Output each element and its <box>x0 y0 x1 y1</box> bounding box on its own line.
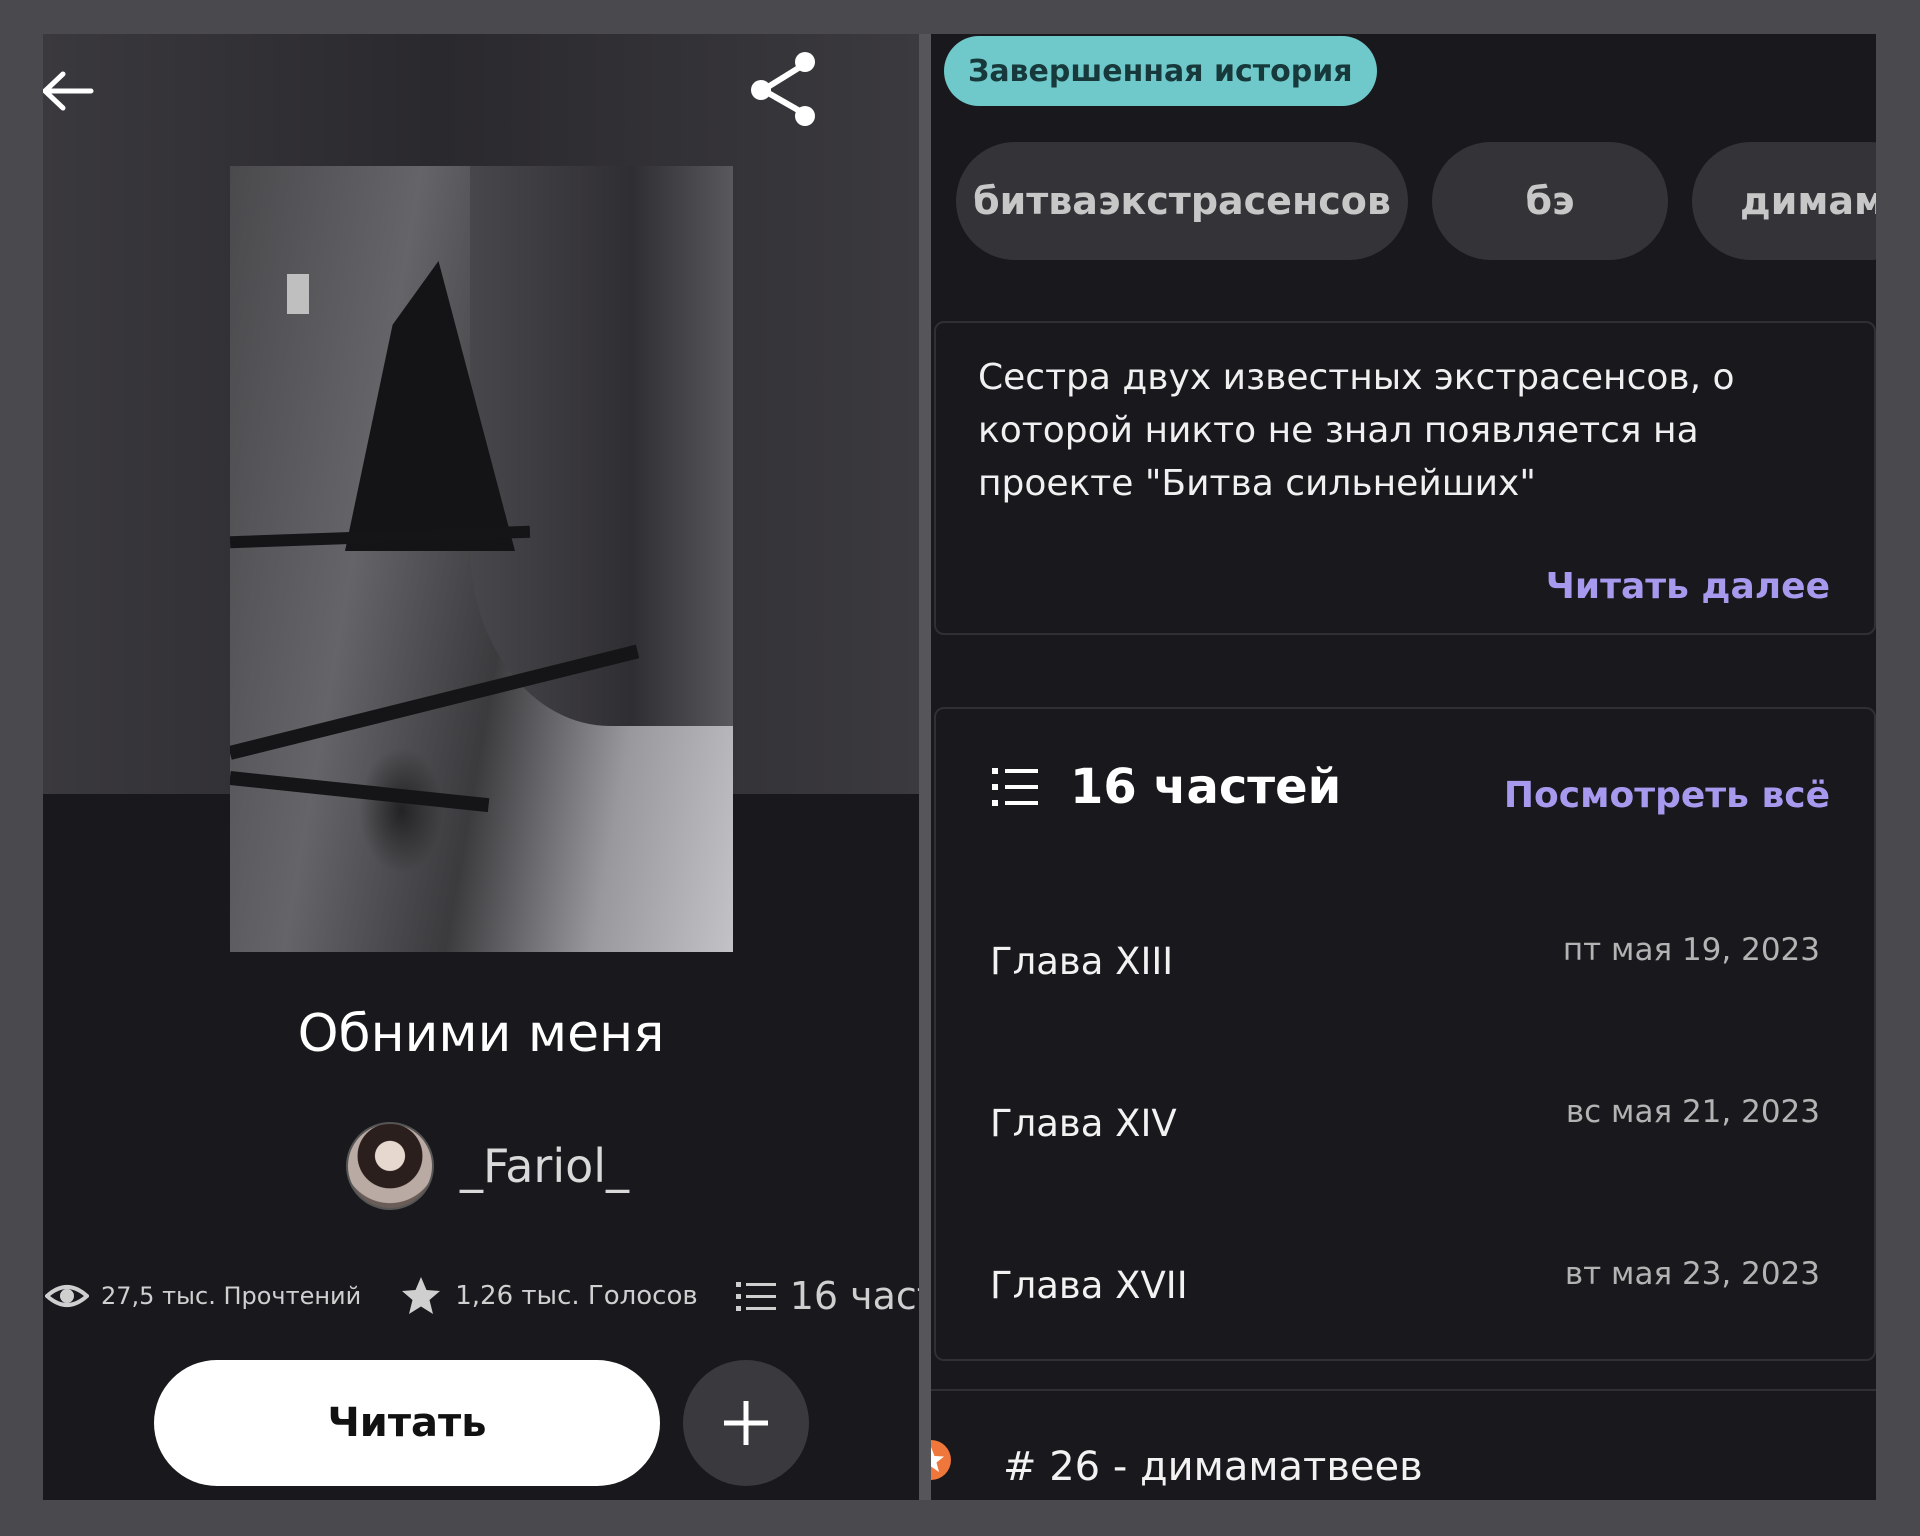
story-title: Обними меня <box>297 1004 665 1064</box>
back-arrow-icon[interactable] <box>43 66 97 116</box>
description-card: Сестра двух известных экстрасенсов, о ко… <box>934 321 1876 635</box>
completed-status-badge: Завершенная история <box>944 36 1377 106</box>
story-stats: 27,5 тыс. Прочтений 1,26 тыс. Голосов 16… <box>45 1266 919 1326</box>
story-cover-image <box>230 166 733 952</box>
story-description: Сестра двух известных экстрасенсов, о ко… <box>978 357 1735 504</box>
section-divider <box>931 1389 1876 1391</box>
panel-divider <box>919 34 931 1500</box>
chapter-title: Глава XIII <box>990 940 1174 983</box>
chapter-title: Глава XVII <box>990 1264 1188 1307</box>
star-icon <box>402 1277 441 1314</box>
parts-header: 16 частей <box>990 759 1341 815</box>
tag-chip[interactable]: битваэкстрасенсов <box>956 142 1408 260</box>
table-of-contents-card: 16 частей Посмотреть всё Глава XIII пт м… <box>934 707 1876 1361</box>
eye-icon <box>45 1285 89 1307</box>
chapter-date: вт мая 23, 2023 <box>1564 1256 1820 1292</box>
reads-stat: 27,5 тыс. Прочтений <box>45 1274 361 1318</box>
parts-count-label: 16 частей <box>1070 759 1342 815</box>
tag-chip[interactable]: димама <box>1692 142 1876 260</box>
ranking-badge-icon <box>931 1440 951 1480</box>
author-link[interactable]: _Fariol_ <box>346 1122 629 1210</box>
story-cover-panel: Обними меня _Fariol_ 27,5 тыс. Прочтений… <box>43 34 919 1500</box>
chapter-date: пт мая 19, 2023 <box>1562 932 1820 968</box>
add-to-library-button[interactable] <box>683 1360 809 1486</box>
chapter-title: Глава XIV <box>990 1102 1177 1145</box>
read-more-link[interactable]: Читать далее <box>1546 566 1830 607</box>
list-icon <box>735 1282 776 1311</box>
chapter-row[interactable]: Глава XVII вт мая 23, 2023 <box>990 1256 1820 1316</box>
tag-list: битваэкстрасенсов бэ димама <box>956 142 1876 260</box>
chapter-row[interactable]: Глава XIV вс мая 21, 2023 <box>990 1094 1820 1154</box>
parts-stat: 16 частей <box>734 1274 919 1318</box>
share-icon[interactable] <box>743 48 823 128</box>
story-details-panel: Завершенная история битваэкстрасенсов бэ… <box>931 34 1876 1500</box>
chapter-row[interactable]: Глава XIII пт мая 19, 2023 <box>990 932 1820 992</box>
parts-count: 16 частей <box>789 1274 919 1318</box>
reads-count: 27,5 тыс. Прочтений <box>101 1282 362 1310</box>
author-avatar[interactable] <box>346 1122 434 1210</box>
tag-chip[interactable]: бэ <box>1432 142 1668 260</box>
author-name[interactable]: _Fariol_ <box>460 1139 629 1193</box>
chapter-date: вс мая 21, 2023 <box>1565 1094 1820 1130</box>
see-all-link[interactable]: Посмотреть всё <box>1504 775 1830 816</box>
read-button[interactable]: Читать <box>154 1360 660 1486</box>
votes-stat: 1,26 тыс. Голосов <box>399 1274 698 1318</box>
plus-icon <box>724 1401 768 1445</box>
list-icon <box>992 768 1038 806</box>
votes-count: 1,26 тыс. Голосов <box>455 1281 698 1311</box>
ranking-text[interactable]: # 26 - димаматвеев <box>1003 1444 1423 1490</box>
